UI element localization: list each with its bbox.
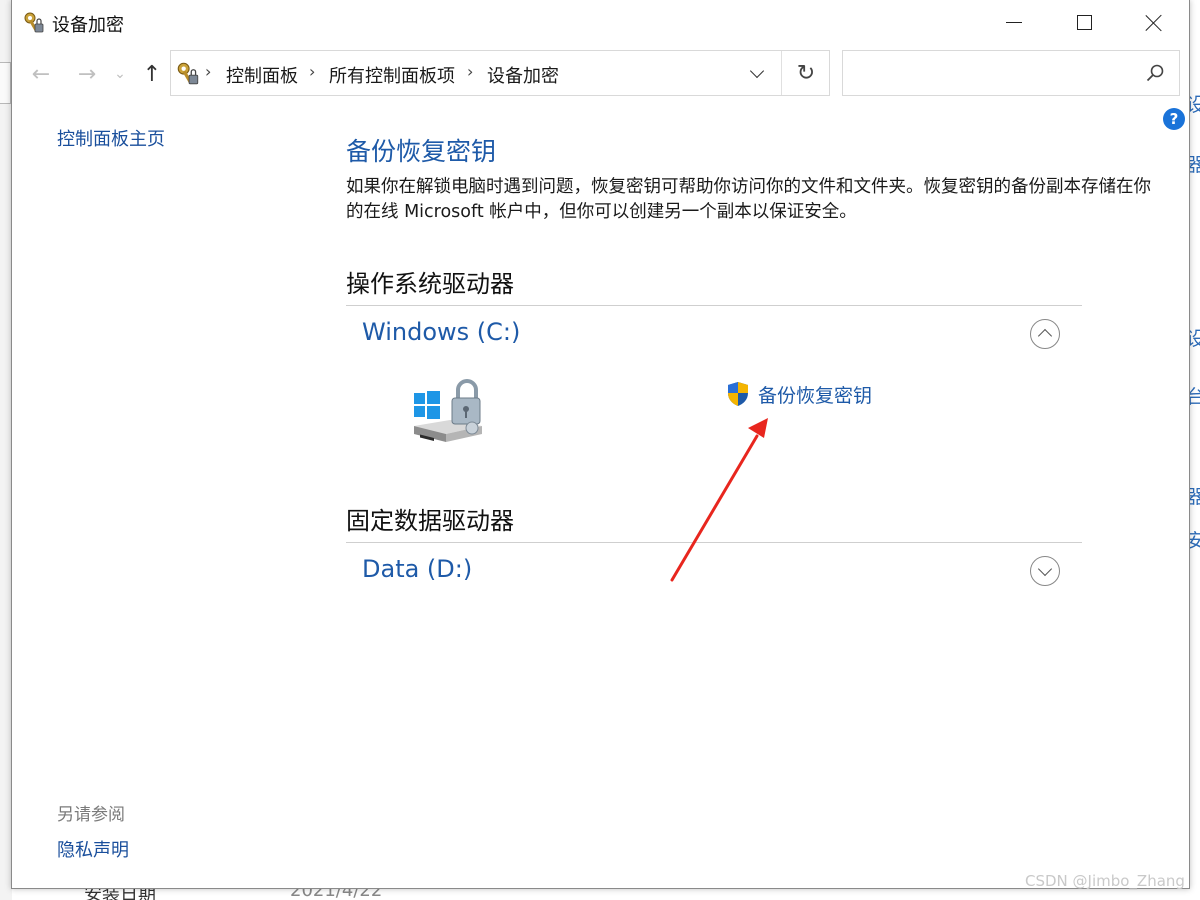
address-divider <box>781 51 782 95</box>
encrypted-drive-icon <box>414 379 482 442</box>
back-button[interactable]: ← <box>26 59 56 89</box>
control-panel-home-link[interactable]: 控制面板主页 <box>57 125 165 151</box>
fixed-drive-expand-button[interactable] <box>1030 556 1060 586</box>
chevron-down-icon: ⌄ <box>114 66 126 82</box>
search-icon <box>1146 64 1164 82</box>
background-bottom-label: 安装日期 <box>84 888 156 900</box>
search-box[interactable] <box>842 50 1180 96</box>
device-encryption-key-icon <box>24 12 44 33</box>
up-button[interactable]: ↑ <box>137 59 167 89</box>
refresh-icon: ↻ <box>796 60 816 86</box>
window-title: 设备加密 <box>52 15 124 36</box>
see-also-heading: 另请参阅 <box>57 805 125 825</box>
maximize-button[interactable] <box>1049 0 1119 45</box>
backup-recovery-key-label: 备份恢复密钥 <box>758 384 873 407</box>
arrow-right-icon: → <box>77 61 97 87</box>
address-history-dropdown[interactable] <box>744 60 770 86</box>
breadcrumb-separator-icon: › <box>205 62 212 81</box>
background-left-bar <box>0 62 11 104</box>
chevron-down-icon <box>1037 561 1053 576</box>
breadcrumb-device-encryption[interactable]: 设备加密 <box>487 62 559 88</box>
arrow-up-icon: ↑ <box>142 61 162 87</box>
page-description: 如果你在解锁电脑时遇到问题，恢复密钥可帮助你访问你的文件和文件夹。恢复密钥的备份… <box>346 177 1151 222</box>
os-drive-collapse-button[interactable] <box>1030 319 1060 349</box>
background-bottom-date: 2021/4/22 <box>290 888 383 900</box>
forward-button[interactable]: → <box>72 59 102 89</box>
arrow-left-icon: ← <box>31 61 51 87</box>
fixed-drive-section-divider <box>346 542 1082 543</box>
device-encryption-window: 设备加密 ← → ⌄ ↑ › 控制面板 › 所有控制面板项 › 设备加密 ↻ ?… <box>11 0 1190 889</box>
address-bar[interactable]: › 控制面板 › 所有控制面板项 › 设备加密 ↻ <box>170 50 830 96</box>
fixed-drive-section-title: 固定数据驱动器 <box>346 507 514 535</box>
chevron-up-icon <box>1037 328 1053 344</box>
backup-recovery-key-link[interactable]: 备份恢复密钥 <box>726 380 872 408</box>
title-bar[interactable]: 设备加密 <box>12 0 1189 45</box>
question-mark-icon: ? <box>1169 110 1179 128</box>
privacy-statement-link[interactable]: 隐私声明 <box>57 836 129 862</box>
navigation-bar: ← → ⌄ ↑ › 控制面板 › 所有控制面板项 › 设备加密 ↻ <box>12 45 1189 103</box>
chevron-down-icon <box>749 63 765 78</box>
fixed-drive-name: Data (D:) <box>362 555 473 583</box>
minimize-button[interactable] <box>979 0 1049 45</box>
close-button[interactable] <box>1119 0 1189 45</box>
uac-shield-icon <box>728 382 748 406</box>
breadcrumb-separator-icon: › <box>467 62 474 81</box>
page-title: 备份恢复密钥 <box>346 137 497 166</box>
maximize-icon <box>1076 15 1092 30</box>
refresh-button[interactable]: ↻ <box>789 60 823 86</box>
breadcrumb-separator-icon: › <box>309 62 316 81</box>
os-drive-name: Windows (C:) <box>362 318 521 346</box>
control-panel-key-icon <box>177 62 199 85</box>
breadcrumb-all-items[interactable]: 所有控制面板项 <box>329 62 455 88</box>
os-drive-section-divider <box>346 305 1082 306</box>
minimize-icon <box>1006 22 1022 23</box>
os-drive-section-title: 操作系统驱动器 <box>346 270 514 298</box>
help-button[interactable]: ? <box>1163 108 1185 130</box>
breadcrumb-control-panel[interactable]: 控制面板 <box>226 62 298 88</box>
watermark: CSDN @Jimbo_Zhang <box>1025 872 1185 890</box>
close-icon <box>1145 14 1163 32</box>
recent-locations-button[interactable]: ⌄ <box>112 59 128 89</box>
